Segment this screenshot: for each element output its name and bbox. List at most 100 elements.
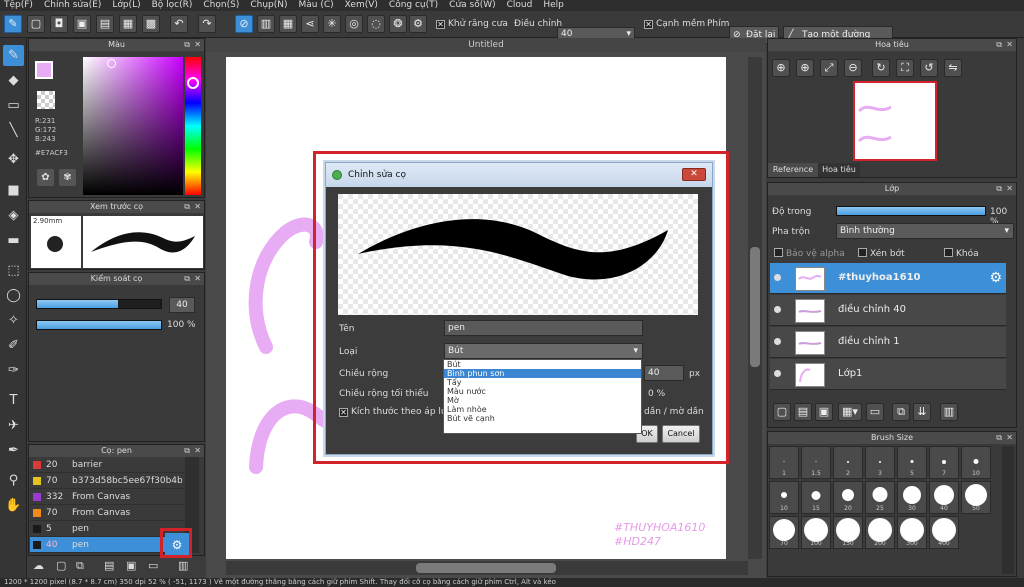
panel-icon[interactable]: ▤: [96, 15, 114, 33]
brush-size-cell[interactable]: 5: [897, 446, 927, 479]
close-icon[interactable]: ✕: [194, 39, 201, 51]
comment-icon[interactable]: ◘: [50, 15, 68, 33]
dropdown-option[interactable]: Màu nước: [444, 387, 641, 396]
vscroll-thumb[interactable]: [750, 247, 760, 367]
brush-tool-icon[interactable]: ✎: [3, 45, 24, 66]
brush-row[interactable]: 70 b373d58bc5ee67f30b4bb1: [30, 473, 184, 489]
pen-tool-icon[interactable]: ✒: [3, 440, 24, 461]
zoom-in-icon[interactable]: ⊕: [772, 59, 790, 77]
visibility-icon[interactable]: [774, 306, 781, 313]
brush-size-cell[interactable]: 20: [833, 481, 863, 514]
visibility-icon[interactable]: [774, 370, 781, 377]
brush-size-cell[interactable]: 7: [929, 446, 959, 479]
redo-icon[interactable]: ↷: [198, 15, 216, 33]
image-icon[interactable]: ▦: [119, 15, 137, 33]
fit-screen-icon[interactable]: ⤢: [820, 59, 838, 77]
cancel-button[interactable]: Cancel: [662, 425, 700, 443]
canvas-horizontal-scrollbar[interactable]: [226, 561, 748, 575]
reset-rotate-icon[interactable]: ↺: [920, 59, 938, 77]
brush-row[interactable]: 332 From Canvas: [30, 489, 184, 505]
add-layer-dropdown-icon[interactable]: ▦▾: [838, 403, 862, 421]
rotate-icon[interactable]: ↻: [872, 59, 890, 77]
brush-size-scrollbar[interactable]: [1002, 446, 1014, 574]
parallel-snap-icon[interactable]: ▥: [257, 15, 275, 33]
canvas-tab[interactable]: Untitled: [206, 38, 766, 52]
layer-item[interactable]: Lớp1: [770, 359, 1006, 390]
undock-icon[interactable]: ⧉: [996, 183, 1002, 195]
text-tool-icon[interactable]: T: [3, 390, 24, 411]
menu-file[interactable]: Tệp(F): [4, 0, 33, 11]
new-brush-icon[interactable]: ▢: [56, 559, 66, 572]
new-text-layer-icon[interactable]: ▣: [815, 403, 833, 421]
fill-tool-icon[interactable]: ◈: [3, 205, 24, 226]
chat-icon[interactable]: ▣: [73, 15, 91, 33]
brush-size-cell[interactable]: 400: [929, 516, 959, 549]
layer-item[interactable]: điều chỉnh 1: [770, 327, 1006, 358]
hscroll-thumb[interactable]: [416, 563, 556, 573]
saturation-value-picker[interactable]: [83, 57, 183, 195]
layer-item[interactable]: điều chỉnh 40: [770, 295, 1006, 326]
dialog-close-icon[interactable]: ✕: [682, 168, 706, 181]
dropdown-option[interactable]: Làm nhòe: [444, 405, 641, 414]
name-input[interactable]: pen: [444, 320, 643, 336]
menu-tools[interactable]: Công cụ(T): [389, 0, 438, 11]
palette-icon[interactable]: ✿: [37, 169, 54, 186]
navigator-thumbnail[interactable]: [853, 81, 937, 161]
settings-snap-icon[interactable]: ❂: [389, 15, 407, 33]
type-select[interactable]: Bút ▾: [444, 343, 643, 359]
grid-icon[interactable]: ▩: [142, 15, 160, 33]
eraser-tool-icon[interactable]: ◆: [3, 70, 24, 91]
size-value[interactable]: 40: [169, 297, 195, 313]
circle-snap-icon[interactable]: ◎: [345, 15, 363, 33]
brush-size-cell[interactable]: 70: [769, 516, 799, 549]
close-icon[interactable]: ✕: [194, 273, 201, 285]
brush-row[interactable]: 20 barrier: [30, 457, 184, 473]
import-icon[interactable]: ▤: [104, 559, 114, 572]
radial-snap-icon[interactable]: ✳: [323, 15, 341, 33]
folder-icon[interactable]: ▭: [148, 559, 158, 572]
dropdown-option-selected[interactable]: Bình phun sơn: [444, 369, 641, 378]
eyedropper-icon[interactable]: ⚲: [3, 470, 24, 491]
export-icon[interactable]: ▣: [126, 559, 136, 572]
hand-tool-icon[interactable]: ✋: [3, 495, 24, 516]
new-file-icon[interactable]: ▢: [27, 15, 45, 33]
dropdown-option[interactable]: Tẩy: [444, 378, 641, 387]
select-rect-icon[interactable]: ⬚: [3, 260, 24, 281]
layer-settings-gear-icon[interactable]: ⚙: [989, 270, 1002, 286]
undock-icon[interactable]: ⧉: [184, 445, 190, 457]
duplicate-layer-icon[interactable]: ⧉: [892, 403, 910, 421]
width-input[interactable]: 40: [644, 365, 684, 381]
trash-icon[interactable]: ▥: [178, 559, 188, 572]
menu-capture[interactable]: Chụp(N): [250, 0, 287, 11]
undo-icon[interactable]: ↶: [170, 15, 188, 33]
no-snap-icon[interactable]: ⊘: [235, 15, 253, 33]
fullscreen-icon[interactable]: ⛶: [896, 59, 914, 77]
menu-cloud[interactable]: Cloud: [507, 0, 533, 11]
layer-folder-icon[interactable]: ▭: [866, 403, 884, 421]
brush-size-cell[interactable]: 25: [865, 481, 895, 514]
new-layer-icon[interactable]: ▢: [773, 403, 791, 421]
dropdown-option[interactable]: Bút vẽ cạnh: [444, 414, 641, 423]
menu-view[interactable]: Xem(V): [345, 0, 378, 11]
layer-item-selected[interactable]: #thuyhoa1610 ⚙: [770, 263, 1006, 294]
close-icon[interactable]: ✕: [194, 445, 201, 457]
dropdown-option[interactable]: Mờ: [444, 396, 641, 405]
close-icon[interactable]: ✕: [194, 201, 201, 213]
soft-edge-checkbox[interactable]: ✕ Cạnh mềm: [644, 19, 705, 29]
protect-alpha-checkbox[interactable]: Bảo vệ alpha: [774, 248, 845, 259]
hue-cursor[interactable]: [187, 77, 199, 89]
brush-size-cell[interactable]: 10: [769, 481, 799, 514]
brush-size-cell[interactable]: 300: [897, 516, 927, 549]
sv-cursor[interactable]: [107, 59, 116, 68]
shape-tool-icon[interactable]: ▭: [3, 95, 24, 116]
close-icon[interactable]: ✕: [1006, 39, 1013, 51]
menu-select[interactable]: Chọn(S): [203, 0, 239, 11]
brush-row[interactable]: 70 From Canvas: [30, 505, 184, 521]
antialias-checkbox[interactable]: ✕ Khử răng cưa: [436, 19, 508, 29]
tab-reference[interactable]: Reference: [768, 163, 818, 177]
dropdown-option[interactable]: Bút: [444, 360, 641, 369]
line-tool-icon[interactable]: ╲: [3, 120, 24, 141]
pressure-size-checkbox[interactable]: ✕ Kích thước theo áp lực: [339, 407, 452, 417]
blend-select[interactable]: Bình thường ▾: [836, 223, 1014, 239]
menu-help[interactable]: Help: [543, 0, 564, 11]
